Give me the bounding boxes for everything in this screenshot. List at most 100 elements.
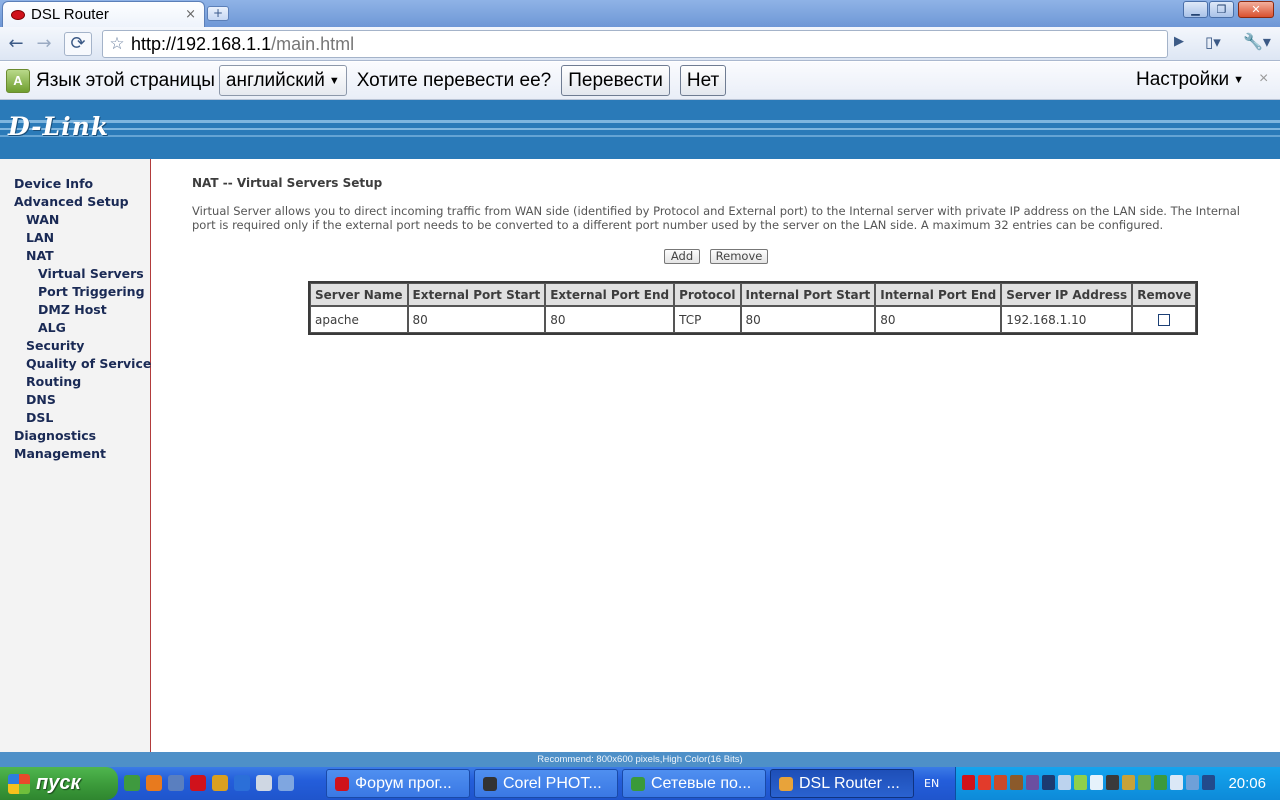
- table-cell: apache: [310, 306, 408, 333]
- go-play-icon[interactable]: ▶: [1174, 34, 1184, 49]
- close-window-icon[interactable]: ✕: [1238, 1, 1274, 18]
- remove-cell: [1132, 306, 1197, 333]
- page-menu-icon[interactable]: ▯▾: [1205, 33, 1221, 51]
- tray-icon[interactable]: [1122, 775, 1135, 790]
- virtual-servers-table: Server Name External Port Start External P…: [308, 281, 1199, 335]
- sidebar-item-wan[interactable]: WAN: [26, 212, 59, 227]
- tray-icon[interactable]: [978, 775, 991, 790]
- tray-icon[interactable]: [994, 775, 1007, 790]
- tray-icon[interactable]: [1090, 775, 1103, 790]
- page-footer: Recommend: 800x600 pixels,High Color(16 …: [0, 752, 1280, 767]
- bookmark-star-icon[interactable]: ☆: [103, 34, 131, 54]
- add-button[interactable]: Add: [664, 249, 700, 264]
- sidebar-item-management[interactable]: Management: [14, 446, 106, 461]
- dlink-logo: D-Link: [8, 112, 110, 141]
- windows-flag-icon: [8, 773, 30, 794]
- task-label: Форум прог...: [355, 774, 452, 792]
- column-header: Server IP Address: [1001, 283, 1133, 306]
- task-label: Сетевые по...: [651, 774, 752, 792]
- app-icon[interactable]: [168, 775, 184, 791]
- sidebar-item-advanced-setup[interactable]: Advanced Setup: [14, 194, 129, 209]
- translate-icon: A: [6, 68, 30, 93]
- banner-stripe: [0, 120, 1280, 123]
- banner-stripe: [0, 135, 1280, 137]
- sidebar-item-dmz-host[interactable]: DMZ Host: [38, 302, 107, 317]
- tray-icon[interactable]: [962, 775, 975, 790]
- quick-launch: [124, 775, 294, 791]
- firefox-icon[interactable]: [146, 775, 162, 791]
- column-header: External Port Start: [407, 283, 546, 306]
- reload-icon[interactable]: ⟳: [64, 31, 92, 56]
- notepad-icon[interactable]: [256, 775, 272, 791]
- tab-close-icon[interactable]: ×: [185, 7, 196, 22]
- tray-icons: [962, 775, 1215, 790]
- sidebar-item-quality-of-service[interactable]: Quality of Service: [26, 356, 151, 371]
- translate-bar: A Язык этой страницы английский ▼ Хотите …: [0, 62, 1280, 100]
- language-select-value: английский: [225, 69, 325, 91]
- tray-icon[interactable]: [1138, 775, 1151, 790]
- tray-icon[interactable]: [1010, 775, 1023, 790]
- tray-icon[interactable]: [1186, 775, 1199, 790]
- translate-settings-menu[interactable]: Настройки ▼: [1136, 69, 1244, 91]
- column-header: Remove: [1132, 283, 1197, 306]
- sidebar-item-virtual-servers[interactable]: Virtual Servers: [38, 266, 144, 281]
- language-indicator[interactable]: EN: [924, 777, 939, 790]
- remove-button[interactable]: Remove: [710, 249, 768, 264]
- tray-icon[interactable]: [1154, 775, 1167, 790]
- wrench-menu-icon[interactable]: 🔧▾: [1243, 32, 1271, 51]
- favicon-icon: [11, 9, 25, 20]
- sidebar-item-nat[interactable]: NAT: [26, 248, 54, 263]
- tray-icon[interactable]: [1026, 775, 1039, 790]
- taskbar-task[interactable]: Corel PHOT...: [474, 769, 618, 798]
- tray-icon[interactable]: [1202, 775, 1215, 790]
- no-translate-button[interactable]: Нет: [679, 65, 727, 96]
- table-row: apache 80 80 TCP 80 80 192.168.1.10: [310, 306, 1197, 333]
- column-header: Internal Port Start: [740, 283, 876, 306]
- banner-stripe: [0, 128, 1280, 130]
- sidebar-item-routing[interactable]: Routing: [26, 374, 81, 389]
- start-button[interactable]: пуск: [0, 767, 118, 800]
- sidebar-item-diagnostics[interactable]: Diagnostics: [14, 428, 96, 443]
- chevron-down-icon: ▼: [328, 74, 340, 87]
- sidebar-item-dsl[interactable]: DSL: [26, 410, 53, 425]
- minimize-icon[interactable]: ▁: [1183, 1, 1208, 18]
- translate-close-icon[interactable]: ×: [1259, 70, 1268, 88]
- chrome-icon[interactable]: [124, 775, 140, 791]
- task-app-icon: [779, 776, 793, 791]
- taskbar-task[interactable]: Сетевые по...: [622, 769, 766, 798]
- taskbar-task[interactable]: DSL Router ...: [770, 769, 914, 798]
- new-tab-button[interactable]: +: [207, 6, 229, 21]
- tray-icon[interactable]: [1058, 775, 1071, 790]
- tray-icon[interactable]: [1106, 775, 1119, 790]
- tray-icon[interactable]: [1074, 775, 1087, 790]
- forward-arrow-icon[interactable]: →: [32, 32, 56, 56]
- dlink-banner: D-Link: [0, 100, 1280, 159]
- sidebar-item-lan[interactable]: LAN: [26, 230, 54, 245]
- language-select[interactable]: английский ▼: [218, 65, 347, 96]
- back-arrow-icon[interactable]: ←: [4, 32, 28, 56]
- column-header: External Port End: [545, 283, 675, 306]
- tray-icon[interactable]: [1170, 775, 1183, 790]
- table-cell: 80: [875, 306, 1002, 333]
- tab-dsl-router[interactable]: DSL Router ×: [2, 1, 205, 27]
- tray-icon[interactable]: [1042, 775, 1055, 790]
- taskbar-task[interactable]: Форум прог...: [326, 769, 470, 798]
- remove-checkbox[interactable]: [1158, 314, 1171, 326]
- column-header: Internal Port End: [875, 283, 1002, 306]
- task-app-icon: [483, 776, 497, 791]
- opera-icon[interactable]: [190, 775, 206, 791]
- maximize-icon[interactable]: ❐: [1209, 1, 1234, 18]
- app-icon[interactable]: [278, 775, 294, 791]
- translate-button[interactable]: Перевести: [561, 65, 670, 96]
- column-header: Protocol: [674, 283, 741, 306]
- sidebar-item-alg[interactable]: ALG: [38, 320, 66, 335]
- page-title: NAT -- Virtual Servers Setup: [192, 176, 383, 190]
- app-icon[interactable]: [212, 775, 228, 791]
- address-bar[interactable]: ☆ http://192.168.1.1/main.html: [102, 30, 1168, 58]
- sidebar-item-port-triggering[interactable]: Port Triggering: [38, 284, 145, 299]
- sidebar-item-dns[interactable]: DNS: [26, 392, 56, 407]
- clock: 20:06: [1228, 775, 1266, 792]
- sidebar-item-security[interactable]: Security: [26, 338, 84, 353]
- ie-icon[interactable]: [234, 775, 250, 791]
- sidebar-item-device-info[interactable]: Device Info: [14, 176, 93, 191]
